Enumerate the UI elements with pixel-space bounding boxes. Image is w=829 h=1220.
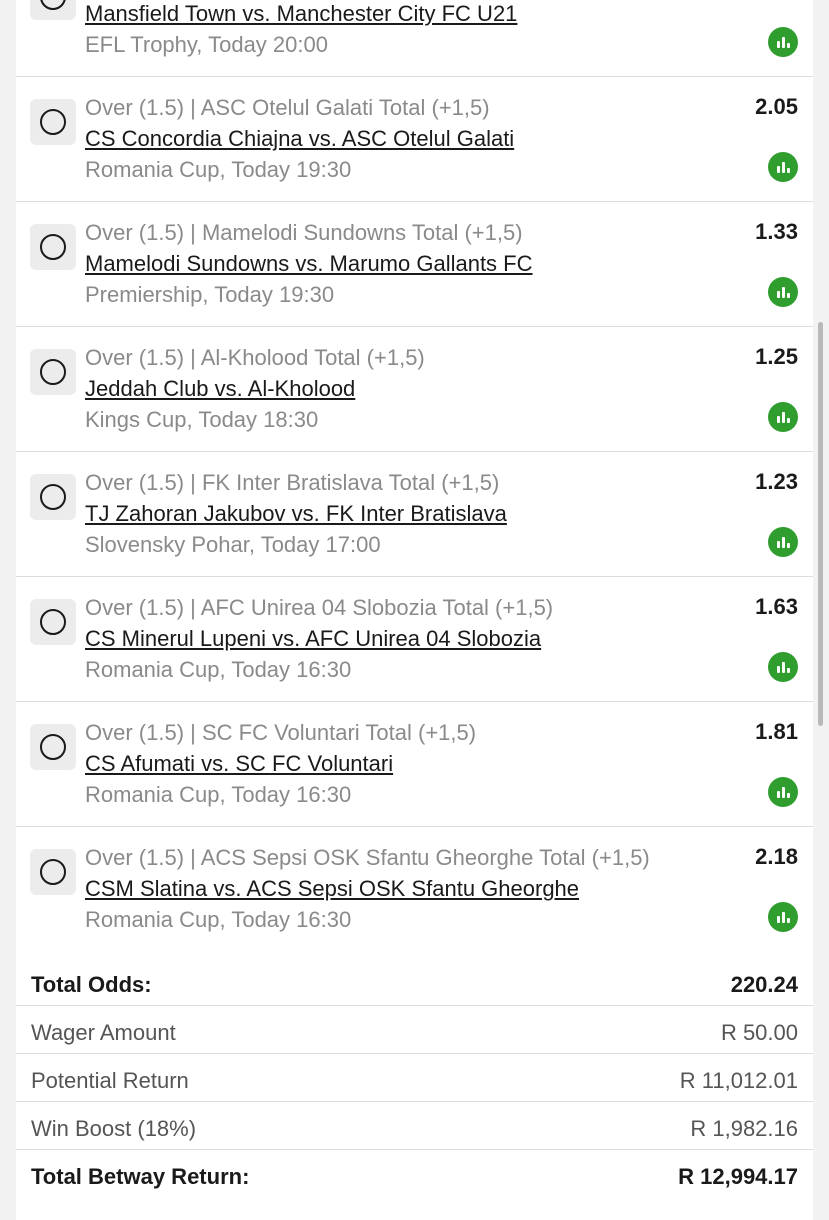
stats-button[interactable] [768, 777, 798, 807]
bet-item: Over (1.5) | FK Inter Bratislava Total (… [16, 452, 813, 577]
total-return-value: R 12,994.17 [678, 1164, 798, 1189]
bet-match-link[interactable]: Jeddah Club vs. Al-Kholood [85, 376, 355, 402]
bet-competition-time: Romania Cup, Today 16:30 [85, 907, 352, 932]
select-bet-radio[interactable] [30, 99, 76, 145]
select-bet-radio[interactable] [30, 849, 76, 895]
select-bet-radio[interactable] [30, 724, 76, 770]
select-bet-radio[interactable] [30, 349, 76, 395]
potential-return-label: Potential Return [31, 1068, 189, 1093]
bet-competition-time: Romania Cup, Today 16:30 [85, 782, 352, 807]
bet-competition-time: EFL Trophy, Today 20:00 [85, 32, 328, 57]
radio-circle-icon [40, 234, 66, 260]
select-bet-radio[interactable] [30, 0, 76, 20]
bar-chart-icon [777, 41, 780, 48]
bet-match-link[interactable]: Mansfield Town vs. Manchester City FC U2… [85, 1, 517, 27]
stats-button[interactable] [768, 527, 798, 557]
win-boost-label: Win Boost (18%) [31, 1116, 197, 1141]
stats-button[interactable] [768, 152, 798, 182]
select-bet-radio[interactable] [30, 224, 76, 270]
potential-return-value: R 11,012.01 [679, 1068, 798, 1093]
radio-circle-icon [40, 859, 66, 885]
bar-chart-icon [777, 416, 780, 423]
scrollbar[interactable] [818, 322, 823, 726]
bet-market: Over (1.5) | Al-Kholood Total (+1,5) [85, 345, 425, 370]
betslip-summary: Total Odds: 220.24 Wager Amount R 50.00 … [16, 958, 813, 1198]
radio-circle-icon [40, 734, 66, 760]
bet-odds: 1.23 [755, 469, 798, 494]
bet-market: Over (1.5) | ASC Otelul Galati Total (+1… [85, 95, 490, 120]
stats-button[interactable] [768, 652, 798, 682]
bar-chart-icon [777, 791, 780, 798]
wager-value: R 50.00 [720, 1020, 798, 1045]
select-bet-radio[interactable] [30, 599, 76, 645]
total-return-label: Total Betway Return: [31, 1164, 250, 1189]
radio-circle-icon [40, 359, 66, 385]
wager-row: Wager Amount R 50.00 [16, 1006, 813, 1054]
bar-chart-icon [777, 166, 780, 173]
total-return-row: Total Betway Return: R 12,994.17 [16, 1150, 813, 1198]
bet-match-link[interactable]: CS Concordia Chiajna vs. ASC Otelul Gala… [85, 126, 514, 152]
bet-competition-time: Kings Cup, Today 18:30 [85, 407, 319, 432]
bet-odds: 1.63 [755, 594, 798, 619]
bet-match-link[interactable]: CSM Slatina vs. ACS Sepsi OSK Sfantu Ghe… [85, 876, 579, 902]
bet-match-link[interactable]: TJ Zahoran Jakubov vs. FK Inter Bratisla… [85, 501, 507, 527]
stats-button[interactable] [768, 277, 798, 307]
total-odds-label: Total Odds: [31, 972, 152, 997]
bet-item: Over (1.5) | AFC Unirea 04 Slobozia Tota… [16, 577, 813, 702]
stats-button[interactable] [768, 402, 798, 432]
bar-chart-icon [777, 541, 780, 548]
stats-button[interactable] [768, 902, 798, 932]
bet-item: Over (1.5) | SC FC Voluntari Total (+1,5… [16, 702, 813, 827]
bet-competition-time: Premiership, Today 19:30 [85, 282, 335, 307]
bet-odds: 2.05 [755, 94, 798, 119]
bet-item: Mansfield Town vs. Manchester City FC U2… [16, 0, 813, 77]
bet-match-link[interactable]: CS Minerul Lupeni vs. AFC Unirea 04 Slob… [85, 626, 541, 652]
bet-item: Over (1.5) | Al-Kholood Total (+1,5) Jed… [16, 327, 813, 452]
radio-circle-icon [40, 109, 66, 135]
bet-market: Over (1.5) | Mamelodi Sundowns Total (+1… [85, 220, 523, 245]
bet-competition-time: Romania Cup, Today 16:30 [85, 657, 352, 682]
bet-odds: 1.25 [755, 344, 798, 369]
bet-odds: 2.18 [755, 844, 798, 869]
bet-match-link[interactable]: Mamelodi Sundowns vs. Marumo Gallants FC [85, 251, 533, 277]
bet-odds: 1.33 [755, 219, 798, 244]
radio-circle-icon [40, 484, 66, 510]
stats-button[interactable] [768, 27, 798, 57]
bet-market: Over (1.5) | AFC Unirea 04 Slobozia Tota… [85, 595, 554, 620]
bet-match-link[interactable]: CS Afumati vs. SC FC Voluntari [85, 751, 393, 777]
bar-chart-icon [777, 666, 780, 673]
bet-competition-time: Slovensky Pohar, Today 17:00 [85, 532, 381, 557]
radio-circle-icon [40, 609, 66, 635]
bet-market: Over (1.5) | SC FC Voluntari Total (+1,5… [85, 720, 477, 745]
bet-market: Over (1.5) | ACS Sepsi OSK Sfantu Gheorg… [85, 845, 650, 870]
wager-label: Wager Amount [31, 1020, 176, 1045]
total-odds-row: Total Odds: 220.24 [16, 958, 813, 1006]
bet-item: Over (1.5) | Mamelodi Sundowns Total (+1… [16, 202, 813, 327]
select-bet-radio[interactable] [30, 474, 76, 520]
bar-chart-icon [777, 291, 780, 298]
radio-circle-icon [40, 0, 66, 10]
bar-chart-icon [777, 916, 780, 923]
potential-return-row: Potential Return R 11,012.01 [16, 1054, 813, 1102]
bet-item: Over (1.5) | ACS Sepsi OSK Sfantu Gheorg… [16, 827, 813, 952]
bet-competition-time: Romania Cup, Today 19:30 [85, 157, 352, 182]
bet-item: Over (1.5) | ASC Otelul Galati Total (+1… [16, 77, 813, 202]
total-odds-value: 220.24 [730, 972, 798, 997]
win-boost-row: Win Boost (18%) R 1,982.16 [16, 1102, 813, 1150]
bet-odds: 1.81 [755, 719, 798, 744]
win-boost-value: R 1,982.16 [690, 1116, 798, 1141]
bet-market: Over (1.5) | FK Inter Bratislava Total (… [85, 470, 500, 495]
